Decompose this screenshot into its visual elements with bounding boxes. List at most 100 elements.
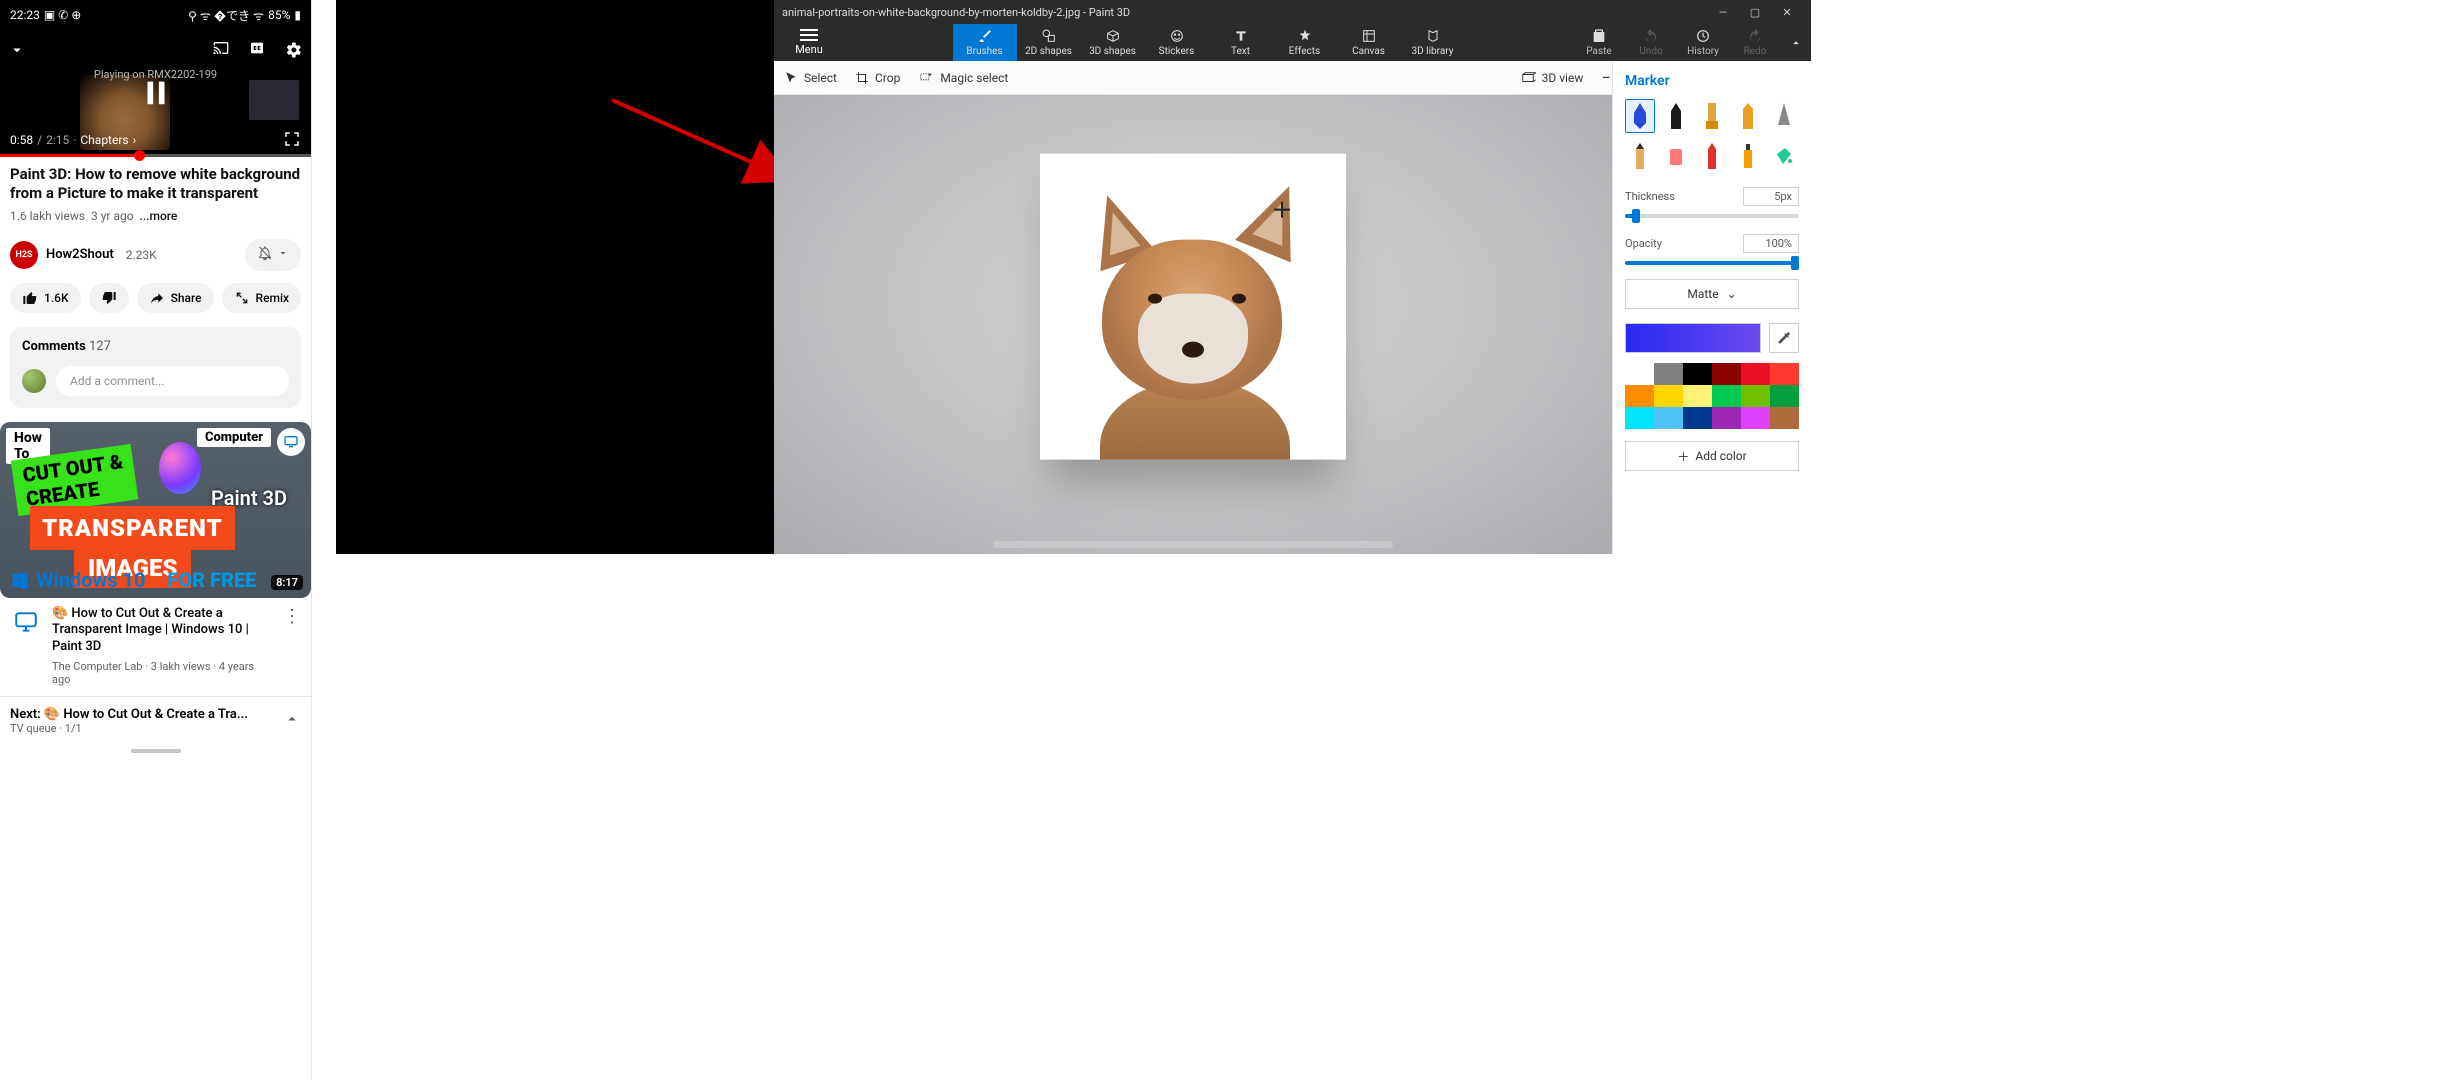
color-swatch[interactable] — [1741, 407, 1770, 429]
bell-off-icon — [257, 245, 273, 265]
maximize-button[interactable]: ▢ — [1739, 6, 1771, 19]
channel-avatar[interactable]: H2S — [10, 241, 38, 269]
more-link[interactable]: ...more — [140, 209, 178, 223]
menu-button[interactable]: Menu — [774, 24, 844, 61]
cast-icon[interactable] — [211, 40, 231, 64]
minimize-button[interactable]: — — [1707, 6, 1739, 19]
remix-button[interactable]: Remix — [222, 283, 301, 313]
dislike-button[interactable] — [89, 283, 129, 313]
thickness-slider[interactable] — [1625, 214, 1799, 218]
tab-2d-shapes[interactable]: 2D shapes — [1017, 24, 1081, 61]
crop-tool[interactable]: Crop — [855, 71, 900, 85]
color-swatch[interactable] — [1654, 385, 1683, 407]
brush-eraser[interactable] — [1661, 139, 1691, 173]
chevron-right-icon[interactable]: › — [133, 133, 137, 147]
color-swatch[interactable] — [1712, 385, 1741, 407]
collapse-icon[interactable] — [8, 41, 26, 63]
tv-queue-bar[interactable]: Next: 🎨 How to Cut Out & Create a Tra...… — [0, 696, 311, 745]
color-swatch[interactable] — [1712, 407, 1741, 429]
brush-marker[interactable] — [1625, 99, 1655, 133]
chevron-up-icon[interactable] — [283, 710, 301, 732]
recommended-item[interactable]: 🎨 How to Cut Out & Create a Transparent … — [10, 606, 301, 697]
color-swatch[interactable] — [1741, 363, 1770, 385]
video-title[interactable]: Paint 3D: How to remove white background… — [10, 165, 301, 203]
color-swatch[interactable] — [1683, 385, 1712, 407]
notification-button[interactable] — [245, 239, 301, 271]
color-swatch[interactable] — [1625, 363, 1654, 385]
lab-icon — [277, 428, 305, 456]
select-tool[interactable]: Select — [784, 71, 837, 85]
redo-button[interactable]: Redo — [1729, 24, 1781, 61]
color-swatch[interactable] — [1770, 407, 1799, 429]
fullscreen-icon[interactable] — [283, 130, 301, 151]
like-button[interactable]: 1.6K — [10, 283, 81, 313]
add-comment-input[interactable]: Add a comment... — [56, 366, 289, 396]
add-color-button[interactable]: ＋ Add color — [1625, 441, 1799, 471]
color-swatch[interactable] — [1654, 407, 1683, 429]
color-swatch[interactable] — [1712, 363, 1741, 385]
brush-spray[interactable] — [1733, 139, 1763, 173]
more-options-icon[interactable]: ⋮ — [283, 606, 301, 687]
tab-effects[interactable]: Effects — [1273, 24, 1337, 61]
brush-pixel[interactable] — [1769, 99, 1799, 133]
color-swatch[interactable] — [1654, 363, 1683, 385]
action-chips: 1.6K Share Remix Downloa — [10, 283, 301, 313]
channel-name[interactable]: How2Shout — [46, 247, 114, 262]
horizontal-scrollbar[interactable] — [993, 541, 1393, 548]
color-swatches — [1625, 363, 1799, 429]
eyedropper-button[interactable] — [1769, 323, 1799, 353]
monitor-icon — [10, 606, 42, 638]
tab-text[interactable]: Text — [1209, 24, 1273, 61]
brush-pencil[interactable] — [1625, 139, 1655, 173]
tab-canvas[interactable]: Canvas — [1337, 24, 1401, 61]
current-color[interactable] — [1625, 323, 1761, 353]
thickness-value[interactable]: 5px — [1743, 187, 1799, 206]
brush-calligraphy[interactable] — [1661, 99, 1691, 133]
comments-label: Comments — [22, 339, 86, 354]
video-player[interactable]: Playing on RMX2202-199 0:58 / 2:15 · Cha… — [0, 30, 311, 155]
color-swatch[interactable] — [1625, 385, 1654, 407]
paste-button[interactable]: Paste — [1573, 24, 1625, 61]
share-button[interactable]: Share — [137, 283, 214, 313]
workspace[interactable] — [774, 95, 1612, 554]
color-swatch[interactable] — [1625, 407, 1654, 429]
tab-brushes[interactable]: Brushes — [953, 24, 1017, 61]
color-swatch[interactable] — [1741, 385, 1770, 407]
brush-watercolor[interactable] — [1733, 99, 1763, 133]
status-time: 22:23 — [10, 8, 40, 22]
opacity-value[interactable]: 100% — [1743, 234, 1799, 253]
color-swatch[interactable] — [1683, 363, 1712, 385]
brush-crayon[interactable] — [1697, 139, 1727, 173]
3d-view-toggle[interactable]: 3D view — [1520, 71, 1584, 85]
tab-3d-library[interactable]: 3D library — [1401, 24, 1465, 61]
settings-gear-icon[interactable] — [283, 40, 303, 64]
android-nav-hint — [0, 745, 311, 765]
channel-row[interactable]: H2S How2Shout 2.23K — [10, 239, 301, 271]
close-button[interactable]: ✕ — [1771, 6, 1803, 19]
collapse-ribbon-icon[interactable] — [1781, 24, 1811, 61]
zoom-out-button[interactable]: − — [1601, 68, 1610, 87]
color-swatch[interactable] — [1770, 385, 1799, 407]
brush-oil[interactable] — [1697, 99, 1727, 133]
tab-3d-shapes[interactable]: 3D shapes — [1081, 24, 1145, 61]
color-swatch[interactable] — [1770, 363, 1799, 385]
opacity-label: Opacity — [1625, 237, 1662, 250]
material-select[interactable]: Matte ⌄ — [1625, 279, 1799, 309]
tab-stickers[interactable]: Stickers — [1145, 24, 1209, 61]
queue-next-label: Next: — [10, 707, 41, 722]
undo-button[interactable]: Undo — [1625, 24, 1677, 61]
thickness-label: Thickness — [1625, 190, 1675, 203]
color-swatch[interactable] — [1683, 407, 1712, 429]
history-button[interactable]: History — [1677, 24, 1729, 61]
comments-block[interactable]: Comments 127 Add a comment... — [10, 327, 301, 408]
progress-bar[interactable] — [0, 154, 311, 157]
captions-icon[interactable] — [247, 40, 267, 64]
pause-button[interactable] — [139, 75, 173, 113]
recommended-thumbnail[interactable]: How To Computer CUT OUT & CREATE Paint 3… — [0, 422, 311, 598]
brush-fill[interactable] — [1769, 139, 1799, 173]
canvas[interactable] — [1040, 153, 1346, 459]
opacity-slider[interactable] — [1625, 261, 1799, 265]
magic-select-tool[interactable]: Magic select — [918, 71, 1008, 85]
video-meta: 1.6 lakh views 3 yr ago ...more — [10, 209, 301, 223]
chapters-link[interactable]: Chapters — [80, 133, 128, 147]
